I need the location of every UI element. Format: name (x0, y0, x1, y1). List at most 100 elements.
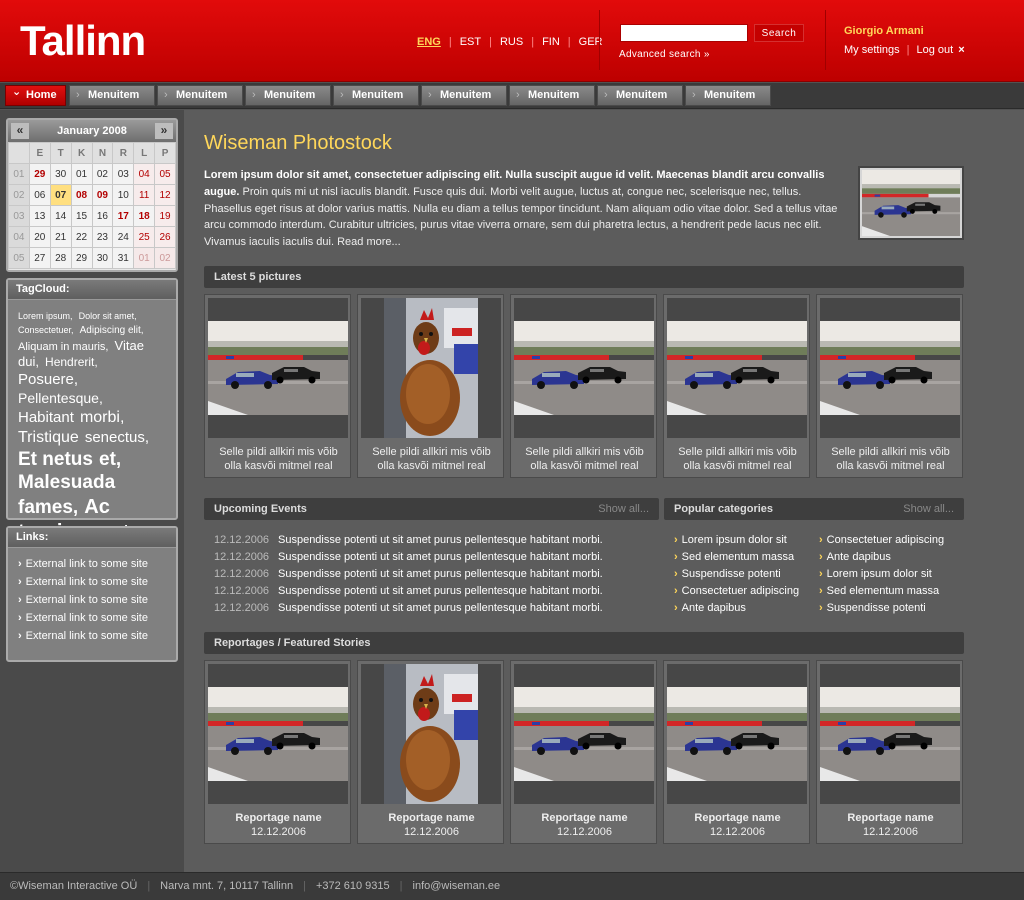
category-link[interactable]: › Suspendisse potenti (819, 602, 944, 619)
thumbnail[interactable] (514, 298, 654, 438)
events-show-all-link[interactable]: Show all... (598, 498, 649, 520)
reportage-card[interactable]: Reportage name 12.12.2006 (204, 660, 351, 844)
calendar-day[interactable]: 22 (70, 226, 93, 248)
category-link[interactable]: › Ante dapibus (819, 551, 944, 568)
tag-link[interactable]: Dolor sit amet, (79, 311, 137, 321)
tag-link[interactable]: senectus, (85, 429, 149, 446)
language-link-est[interactable]: EST (460, 36, 481, 48)
tag-link[interactable]: fames, (18, 497, 78, 518)
calendar-day[interactable]: 02 (154, 247, 176, 269)
event-item[interactable]: 12.12.2006 Suspendisse potenti ut sit ame… (204, 534, 659, 551)
calendar-day[interactable]: 29 (28, 163, 51, 185)
event-title[interactable]: Suspendisse potenti ut sit amet purus pe… (278, 568, 603, 580)
calendar-day[interactable]: 07 (49, 184, 72, 206)
tag-link[interactable]: Adipiscing elit, (80, 325, 144, 336)
category-link[interactable]: › Sed elementum massa (819, 585, 944, 602)
calendar-day[interactable]: 06 (28, 184, 51, 206)
tag-link[interactable]: Lorem ipsum, (18, 311, 73, 321)
calendar-day[interactable]: 15 (70, 205, 93, 227)
nav-item-home[interactable]: ⌄ Home (5, 85, 66, 106)
reportage-card[interactable]: Reportage name 12.12.2006 (357, 660, 504, 844)
search-button[interactable]: Search (754, 24, 804, 42)
calendar-day[interactable]: 01 (70, 163, 93, 185)
close-icon[interactable]: × (958, 44, 964, 56)
language-link-eng[interactable]: ENG (417, 36, 441, 48)
intro-thumbnail[interactable] (858, 166, 964, 240)
picture-card[interactable]: Selle pildi allkiri mis võib olla kasvõi … (663, 294, 810, 478)
picture-card[interactable]: Selle pildi allkiri mis võib olla kasvõi … (357, 294, 504, 478)
nav-item-menuitem[interactable]: › Menuitem (157, 85, 243, 106)
reportage-card[interactable]: Reportage name 12.12.2006 (663, 660, 810, 844)
external-link[interactable]: › External link to some site (18, 612, 166, 630)
user-name[interactable]: Giorgio Armani (844, 25, 924, 37)
calendar-day[interactable]: 13 (28, 205, 51, 227)
calendar-day[interactable]: 24 (112, 226, 135, 248)
tag-link[interactable]: et, (99, 449, 121, 470)
tag-link[interactable]: Malesuada (18, 472, 115, 493)
calendar-day[interactable]: 12 (154, 184, 176, 206)
calendar-day[interactable]: 23 (91, 226, 114, 248)
calendar-day[interactable]: 19 (154, 205, 176, 227)
language-link-fin[interactable]: FIN (542, 36, 560, 48)
calendar-day[interactable]: 17 (112, 205, 135, 227)
calendar-day[interactable]: 04 (133, 163, 156, 185)
thumbnail[interactable] (514, 664, 654, 804)
reportage-name[interactable]: Reportage name (358, 811, 505, 825)
calendar-day[interactable]: 29 (70, 247, 93, 269)
reportage-card[interactable]: Reportage name 12.12.2006 (510, 660, 657, 844)
calendar-day[interactable]: 10 (112, 184, 135, 206)
external-link[interactable]: › External link to some site (18, 576, 166, 594)
thumbnail[interactable] (820, 664, 960, 804)
category-link[interactable]: › Suspendisse potenti (674, 568, 799, 585)
calendar-day[interactable]: 21 (49, 226, 72, 248)
event-item[interactable]: 12.12.2006 Suspendisse potenti ut sit ame… (204, 585, 659, 602)
calendar-day[interactable]: 02 (91, 163, 114, 185)
nav-item-menuitem[interactable]: › Menuitem (597, 85, 683, 106)
nav-item-menuitem[interactable]: › Menuitem (333, 85, 419, 106)
category-link[interactable]: › Sed elementum massa (674, 551, 799, 568)
calendar-day[interactable]: 01 (133, 247, 156, 269)
reportage-name[interactable]: Reportage name (664, 811, 811, 825)
calendar-day[interactable]: 28 (49, 247, 72, 269)
picture-card[interactable]: Selle pildi allkiri mis võib olla kasvõi … (510, 294, 657, 478)
event-title[interactable]: Suspendisse potenti ut sit amet purus pe… (278, 534, 603, 546)
external-link[interactable]: › External link to some site (18, 594, 166, 612)
picture-card[interactable]: Selle pildi allkiri mis võib olla kasvõi … (816, 294, 963, 478)
categories-show-all-link[interactable]: Show all... (903, 498, 954, 520)
reportage-name[interactable]: Reportage name (817, 811, 964, 825)
category-link[interactable]: › Consectetuer adipiscing (674, 585, 799, 602)
calendar-day[interactable]: 05 (154, 163, 176, 185)
tag-link[interactable]: Tristique (18, 429, 79, 446)
language-link-rus[interactable]: RUS (500, 36, 523, 48)
thumbnail[interactable] (361, 664, 501, 804)
calendar-day[interactable]: 18 (133, 205, 156, 227)
read-more-link[interactable]: Read more... (334, 236, 401, 248)
event-title[interactable]: Suspendisse potenti ut sit amet purus pe… (278, 551, 603, 563)
thumbnail[interactable] (208, 298, 348, 438)
thumbnail[interactable] (208, 664, 348, 804)
tag-link[interactable]: Posuere, (18, 371, 78, 388)
nav-item-menuitem[interactable]: › Menuitem (245, 85, 331, 106)
thumbnail[interactable] (820, 298, 960, 438)
calendar-day[interactable]: 09 (91, 184, 114, 206)
calendar-day[interactable]: 25 (133, 226, 156, 248)
my-settings-link[interactable]: My settings (844, 44, 900, 56)
event-item[interactable]: 12.12.2006 Suspendisse potenti ut sit ame… (204, 551, 659, 568)
external-link[interactable]: › External link to some site (18, 558, 166, 576)
external-link[interactable]: › External link to some site (18, 630, 166, 648)
tag-link[interactable]: morbi, (80, 409, 124, 426)
footer-item[interactable]: info@wiseman.ee (413, 873, 501, 900)
nav-item-menuitem[interactable]: › Menuitem (69, 85, 155, 106)
logout-link[interactable]: Log out (917, 44, 954, 56)
category-link[interactable]: › Ante dapibus (674, 602, 799, 619)
category-link[interactable]: › Lorem ipsum dolor sit (819, 568, 944, 585)
tag-link[interactable]: Aliquam in mauris, (18, 341, 108, 353)
reportage-card[interactable]: Reportage name 12.12.2006 (816, 660, 963, 844)
event-title[interactable]: Suspendisse potenti ut sit amet purus pe… (278, 602, 603, 614)
tag-link[interactable]: Hendrerit, (45, 355, 98, 369)
calendar-day[interactable]: 31 (112, 247, 135, 269)
nav-item-menuitem[interactable]: › Menuitem (421, 85, 507, 106)
tag-link[interactable]: Pellentesque, (18, 390, 103, 406)
tag-link[interactable]: Habitant (18, 409, 74, 426)
prev-month-button[interactable]: « (11, 123, 29, 139)
